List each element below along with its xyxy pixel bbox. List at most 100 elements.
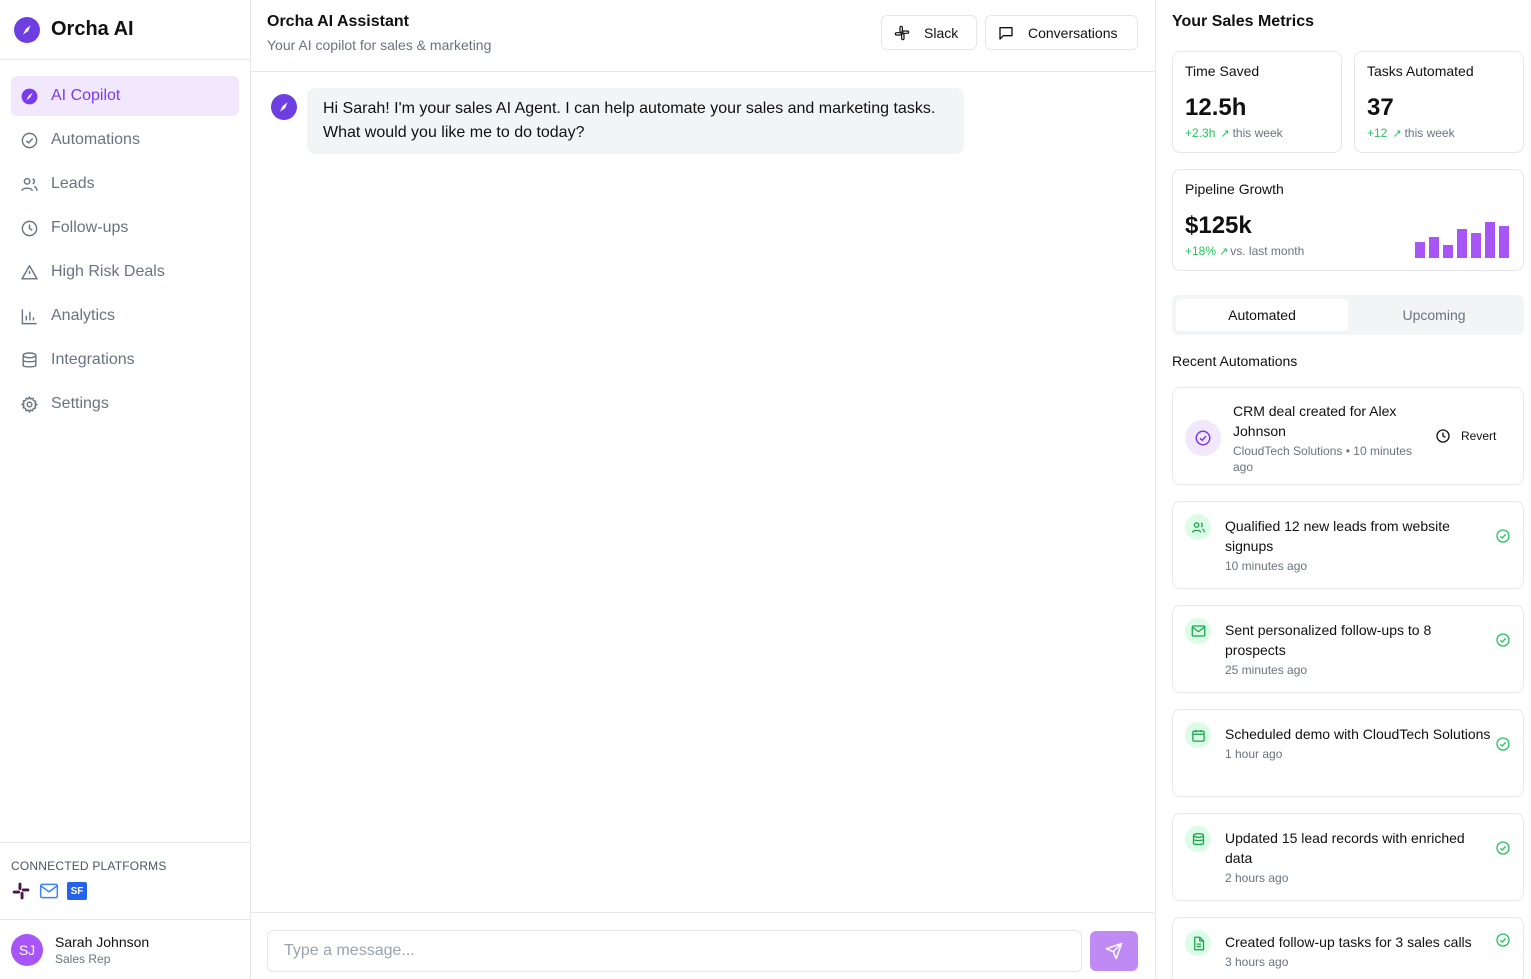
platforms-title: CONNECTED PLATFORMS — [11, 859, 167, 873]
metric-label: Pipeline Growth — [1185, 181, 1284, 197]
metrics-panel: Your Sales Metrics Time Saved 12.5h +2.3… — [1155, 0, 1531, 979]
sidebar-item-label: High Risk Deals — [51, 263, 165, 280]
conversations-button-label: Conversations — [1028, 24, 1118, 41]
message-composer — [251, 912, 1154, 979]
pipeline-bar — [1415, 242, 1425, 258]
calendar-icon — [1185, 722, 1211, 748]
check-circle-icon — [1496, 633, 1510, 647]
message-input[interactable] — [267, 930, 1082, 972]
sidebar-item-high-risk-deals[interactable]: High Risk Deals — [11, 252, 239, 292]
user-role: Sales Rep — [55, 951, 111, 966]
connected-platforms: CONNECTED PLATFORMS SF — [0, 842, 250, 919]
metrics-title: Your Sales Metrics — [1172, 13, 1314, 30]
pipeline-bar — [1499, 226, 1509, 258]
slack-icon[interactable] — [11, 881, 31, 901]
check-circle-icon — [1496, 737, 1510, 751]
automation-card[interactable]: Sent personalized follow-ups to 8 prospe… — [1172, 605, 1524, 693]
message-square-icon — [999, 26, 1013, 40]
compass-logo-icon — [14, 16, 40, 43]
sidebar-item-integrations[interactable]: Integrations — [11, 340, 239, 380]
mail-icon — [1185, 618, 1211, 644]
metric-value: 37 — [1367, 94, 1394, 121]
database-icon — [22, 351, 37, 368]
assistant-avatar-icon — [271, 94, 297, 120]
automation-meta: CloudTech Solutions • 10 minutes ago — [1233, 444, 1412, 474]
tab-upcoming[interactable]: Upcoming — [1348, 299, 1520, 331]
metric-change-value: +12 — [1367, 126, 1388, 140]
compass-icon — [21, 88, 38, 104]
metric-label: Tasks Automated — [1367, 63, 1474, 79]
automation-card[interactable]: Scheduled demo with CloudTech Solutions … — [1172, 709, 1524, 797]
automation-title: Updated 15 lead records with enriched da… — [1225, 830, 1465, 866]
pipeline-growth-card: Pipeline Growth $125k +18% ↗ vs. last mo… — [1172, 169, 1524, 271]
automation-text: Sent personalized follow-ups to 8 prospe… — [1225, 620, 1495, 678]
salesforce-badge[interactable]: SF — [67, 882, 87, 900]
automation-card[interactable]: Updated 15 lead records with enriched da… — [1172, 813, 1524, 901]
metric-change: +12 ↗ this week — [1367, 126, 1511, 140]
automation-text: Created follow-up tasks for 3 sales call… — [1225, 932, 1495, 970]
check-circle-icon — [1496, 529, 1510, 543]
slack-button[interactable]: Slack — [881, 15, 977, 50]
metric-period: this week — [1232, 126, 1283, 140]
sidebar-item-leads[interactable]: Leads — [11, 164, 239, 204]
revert-label: Revert — [1461, 429, 1497, 443]
bar-chart-icon — [21, 308, 37, 324]
automation-meta: 2 hours ago — [1225, 871, 1289, 885]
pipeline-bar — [1471, 233, 1481, 258]
send-icon — [1105, 942, 1123, 960]
file-icon — [1185, 930, 1211, 956]
brand[interactable]: Orcha AI — [0, 0, 250, 60]
check-circle-icon — [1496, 933, 1510, 947]
chat-main: Orcha AI Assistant Your AI copilot for s… — [251, 0, 1155, 979]
recent-automations-title: Recent Automations — [1172, 353, 1298, 369]
sidebar-item-settings[interactable]: Settings — [11, 384, 239, 424]
user-info: Sarah Johnson Sales Rep — [55, 934, 149, 966]
automation-title: Scheduled demo with CloudTech Solutions — [1225, 726, 1491, 742]
recent-automations-list: CRM deal created for Alex Johnson CloudT… — [1172, 387, 1524, 979]
metric-change: +2.3h ↗ this week — [1185, 126, 1329, 140]
sidebar-item-label: Analytics — [51, 307, 116, 324]
sidebar-item-label: Integrations — [51, 351, 135, 368]
sidebar-item-label: Follow-ups — [51, 219, 129, 236]
automation-title: Sent personalized follow-ups to 8 prospe… — [1225, 622, 1432, 658]
avatar: SJ — [11, 933, 43, 966]
automation-text: CRM deal created for Alex Johnson CloudT… — [1233, 401, 1423, 475]
sidebar-item-label: Leads — [51, 175, 95, 192]
automation-card-crm-deal[interactable]: CRM deal created for Alex Johnson CloudT… — [1172, 387, 1524, 485]
automation-text: Updated 15 lead records with enriched da… — [1225, 828, 1495, 886]
slack-icon — [894, 25, 910, 40]
conversations-button[interactable]: Conversations — [985, 15, 1138, 50]
pipeline-bar — [1443, 245, 1453, 258]
automation-meta: 25 minutes ago — [1225, 663, 1308, 677]
sidebar-item-follow-ups[interactable]: Follow-ups — [11, 208, 239, 248]
automation-title: CRM deal created for Alex Johnson — [1233, 403, 1397, 439]
slack-button-label: Slack — [924, 24, 959, 41]
arrow-up-right-icon: ↗ — [1392, 127, 1402, 140]
sidebar-item-ai-copilot[interactable]: AI Copilot — [11, 76, 239, 116]
database-icon — [1185, 826, 1211, 852]
metric-change-value: +2.3h — [1185, 126, 1216, 140]
tasks-automated-card: Tasks Automated 37 +12 ↗ this week — [1354, 51, 1524, 153]
automation-card[interactable]: Created follow-up tasks for 3 sales call… — [1172, 917, 1524, 979]
automation-tabs: Automated Upcoming — [1172, 295, 1524, 335]
assistant-message: Hi Sarah! I'm your sales AI Agent. I can… — [271, 88, 964, 154]
automation-meta: 3 hours ago — [1225, 955, 1289, 969]
arrow-up-right-icon: ↗ — [1220, 127, 1230, 140]
pipeline-bar — [1485, 222, 1495, 258]
user-profile[interactable]: SJ Sarah Johnson Sales Rep — [0, 919, 250, 979]
automation-card[interactable]: Qualified 12 new leads from website sign… — [1172, 501, 1524, 589]
pipeline-bar — [1457, 229, 1467, 258]
sidebar-item-analytics[interactable]: Analytics — [11, 296, 239, 336]
send-button[interactable] — [1090, 931, 1138, 971]
metric-change-value: +18% — [1185, 244, 1217, 258]
revert-button[interactable]: Revert — [1435, 428, 1496, 444]
brand-name: Orcha AI — [51, 18, 134, 40]
sidebar-item-automations[interactable]: Automations — [11, 120, 239, 160]
trending-up-icon: ↗ — [1219, 245, 1229, 258]
sidebar: Orcha AI AI Copilot Automations Leads Fo… — [0, 0, 251, 979]
automation-text: Qualified 12 new leads from website sign… — [1225, 516, 1495, 574]
mail-icon[interactable] — [39, 882, 59, 900]
time-saved-card: Time Saved 12.5h +2.3h ↗ this week — [1172, 51, 1342, 153]
users-icon — [1185, 514, 1211, 540]
tab-automated[interactable]: Automated — [1176, 299, 1348, 331]
